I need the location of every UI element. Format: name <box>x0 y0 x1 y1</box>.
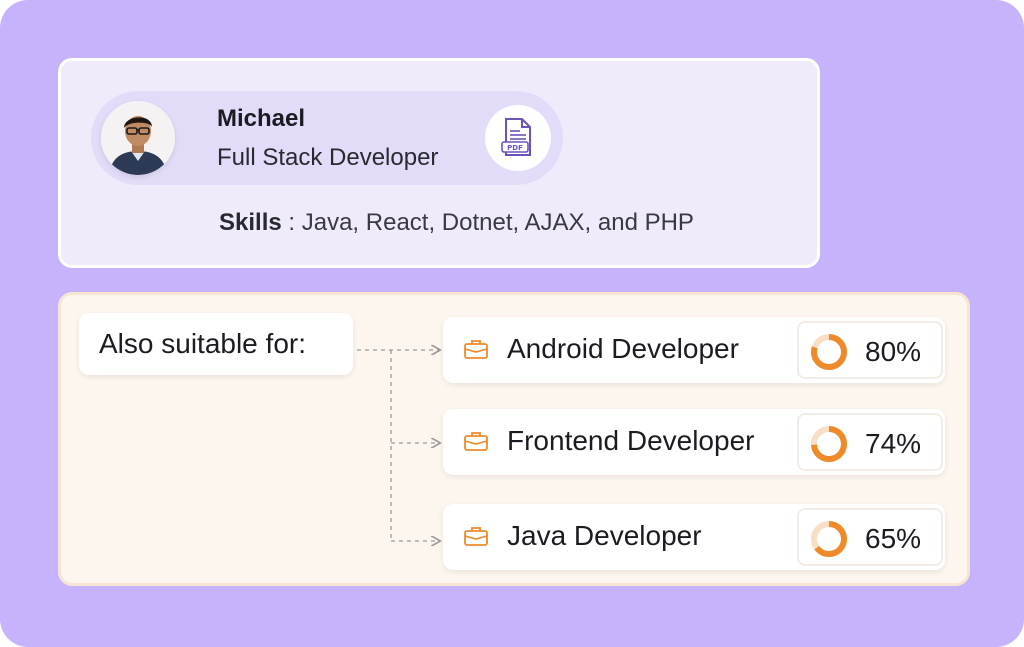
candidate-profile-card: Michael Full Stack Developer PDF Skills … <box>58 58 820 268</box>
app-canvas: Michael Full Stack Developer PDF Skills … <box>0 0 1024 647</box>
avatar <box>101 101 175 175</box>
skills-value: Java, React, Dotnet, AJAX, and PHP <box>301 209 694 236</box>
match-score: 65% <box>797 508 943 566</box>
match-percent: 80% <box>865 336 922 367</box>
match-score: 74% <box>797 413 943 471</box>
also-suitable-label: Also suitable for: <box>79 313 353 375</box>
briefcase-icon <box>464 527 488 546</box>
match-ring <box>811 521 847 557</box>
avatar-portrait <box>101 101 175 175</box>
job-title: Java Developer <box>507 520 702 551</box>
job-title: Android Developer <box>507 333 739 364</box>
job-row-java[interactable]: Java Developer 65% <box>443 504 945 570</box>
candidate-role: Full Stack Developer <box>217 144 439 171</box>
match-ring <box>811 334 847 370</box>
job-title: Frontend Developer <box>507 425 755 456</box>
skills-line: Skills : Java, React, Dotnet, AJAX, and … <box>219 209 694 237</box>
svg-text:PDF: PDF <box>507 144 523 152</box>
skills-separator: : <box>281 209 302 236</box>
job-row-frontend[interactable]: Frontend Developer 74% <box>443 409 945 475</box>
match-percent: 65% <box>865 523 922 554</box>
skills-label: Skills <box>219 209 282 236</box>
match-ring <box>811 426 847 462</box>
match-score: 80% <box>797 321 943 379</box>
suitable-roles-card: Also suitable for: Android Developer 80% <box>58 292 970 586</box>
match-percent: 74% <box>865 428 922 459</box>
resume-pdf-button[interactable]: PDF <box>485 105 551 171</box>
job-row-android[interactable]: Android Developer 80% <box>443 317 945 383</box>
candidate-name: Michael <box>217 105 306 132</box>
pdf-file-icon: PDF <box>501 118 531 156</box>
briefcase-icon <box>464 340 488 359</box>
briefcase-icon <box>464 432 488 451</box>
